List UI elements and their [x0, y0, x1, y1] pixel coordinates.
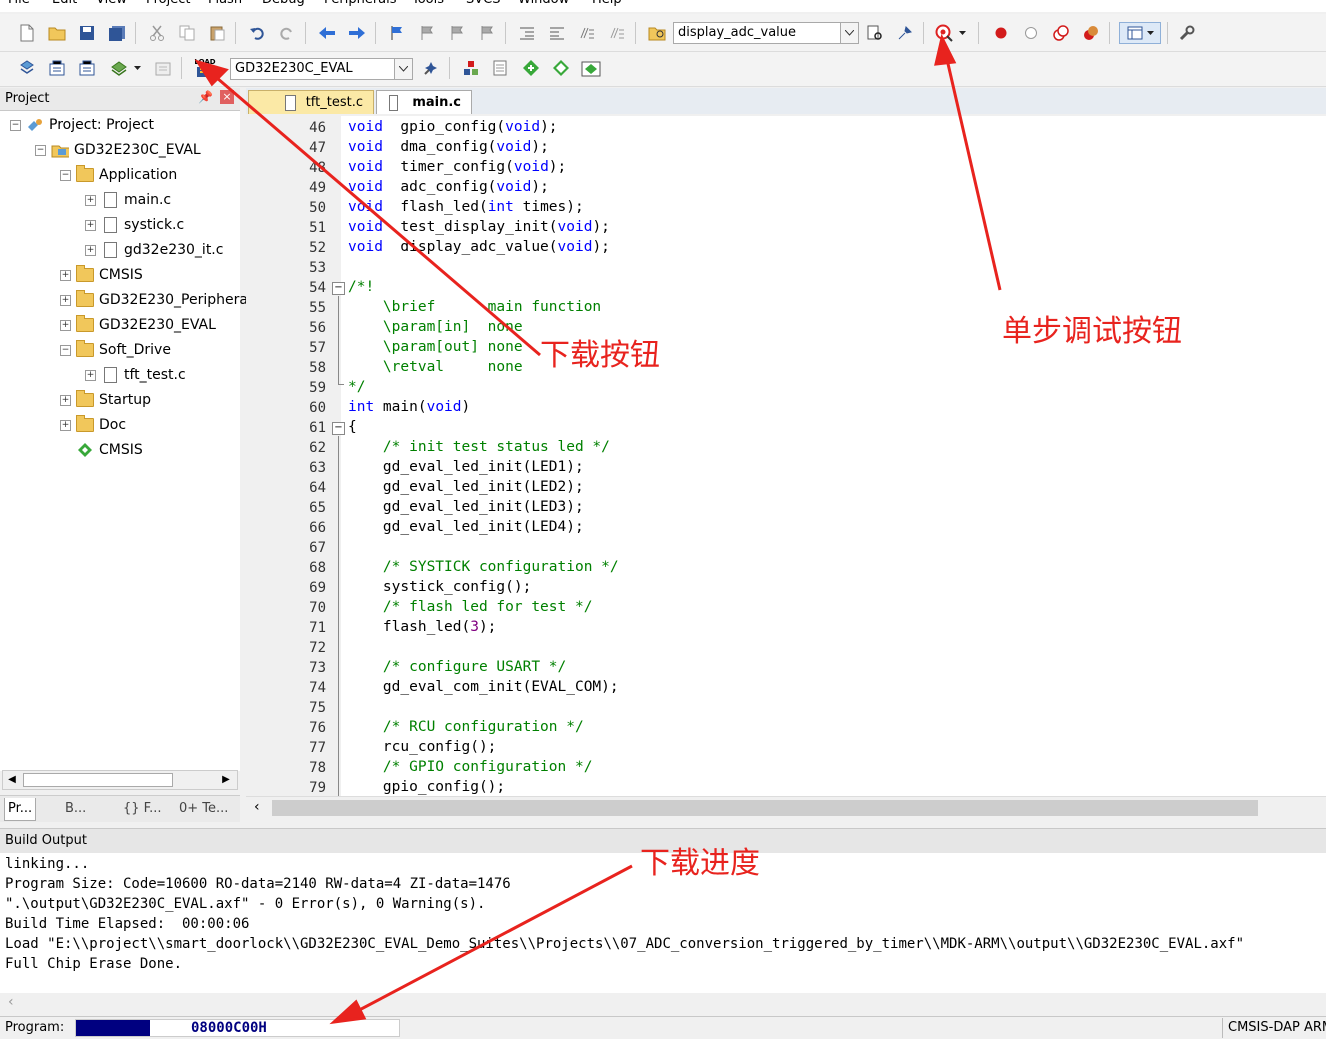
annotation-arrows: [194, 33, 1002, 1025]
download-progress-annotation: 下载进度: [640, 846, 760, 881]
arrow-to-debug-button: [944, 54, 1002, 291]
arrow-to-progress: [347, 864, 633, 1018]
step-debug-annotation: 单步调试按钮: [1002, 314, 1182, 349]
arrow-to-load-button: [209, 70, 541, 357]
download-button-annotation: 下载按钮: [540, 338, 660, 373]
